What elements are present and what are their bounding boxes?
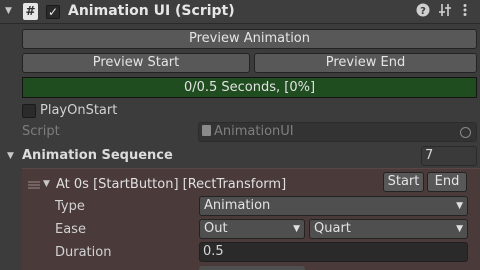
- ease-mode-dropdown[interactable]: Out ▼: [199, 219, 305, 239]
- preview-progress-bar: 0/0.5 Seconds, [0%]: [22, 77, 477, 98]
- chevron-down-icon: ▼: [456, 224, 463, 234]
- type-label: Type: [55, 199, 85, 214]
- element-start-button[interactable]: Start: [383, 172, 424, 192]
- preview-end-button[interactable]: Preview End: [254, 53, 477, 73]
- ease-curve-dropdown[interactable]: Quart ▼: [309, 219, 468, 239]
- type-dropdown-value: Animation: [204, 198, 271, 213]
- foldout-arrow-icon[interactable]: ▼: [5, 6, 12, 16]
- svg-text:?: ?: [420, 6, 426, 17]
- drag-handle-icon[interactable]: [28, 178, 40, 189]
- play-on-start-label: PlayOnStart: [40, 103, 118, 118]
- component-enabled-checkbox[interactable]: ✓: [46, 5, 60, 19]
- duration-label: Duration: [55, 245, 112, 260]
- duration-field[interactable]: 0.5: [199, 242, 468, 262]
- element-end-button[interactable]: End: [427, 172, 467, 192]
- ease-curve-value: Quart: [314, 221, 351, 236]
- play-on-start-checkbox[interactable]: [22, 104, 36, 118]
- sliders-icon[interactable]: [436, 3, 454, 21]
- sequence-label[interactable]: Animation Sequence: [22, 148, 173, 163]
- ease-label: Ease: [55, 222, 86, 237]
- script-label: Script: [22, 124, 60, 139]
- component-title: Animation UI (Script): [68, 3, 235, 19]
- element-title[interactable]: At 0s [StartButton] [RectTransform]: [56, 177, 286, 192]
- progress-text: 0/0.5 Seconds, [0%]: [183, 80, 316, 95]
- script-icon: #: [23, 3, 38, 20]
- preview-start-button[interactable]: Preview Start: [22, 53, 250, 73]
- type-dropdown[interactable]: Animation ▼: [199, 196, 468, 216]
- help-icon[interactable]: ?: [414, 3, 432, 21]
- chevron-down-icon: ▼: [456, 201, 463, 211]
- ease-mode-value: Out: [204, 221, 228, 236]
- preview-animation-button[interactable]: Preview Animation: [22, 29, 477, 49]
- script-object-field: AnimationUI: [198, 122, 477, 142]
- object-picker-icon[interactable]: [460, 127, 471, 138]
- kebab-menu-icon[interactable]: [456, 3, 474, 21]
- sequence-foldout-arrow-icon[interactable]: ▼: [7, 151, 14, 161]
- script-field-value: AnimationUI: [214, 124, 294, 139]
- chevron-down-icon: ▼: [293, 224, 300, 234]
- next-row-partial: [199, 266, 305, 270]
- script-file-icon: [202, 125, 211, 136]
- sequence-count-field[interactable]: 7: [421, 146, 477, 166]
- element-foldout-arrow-icon[interactable]: ▼: [43, 179, 50, 189]
